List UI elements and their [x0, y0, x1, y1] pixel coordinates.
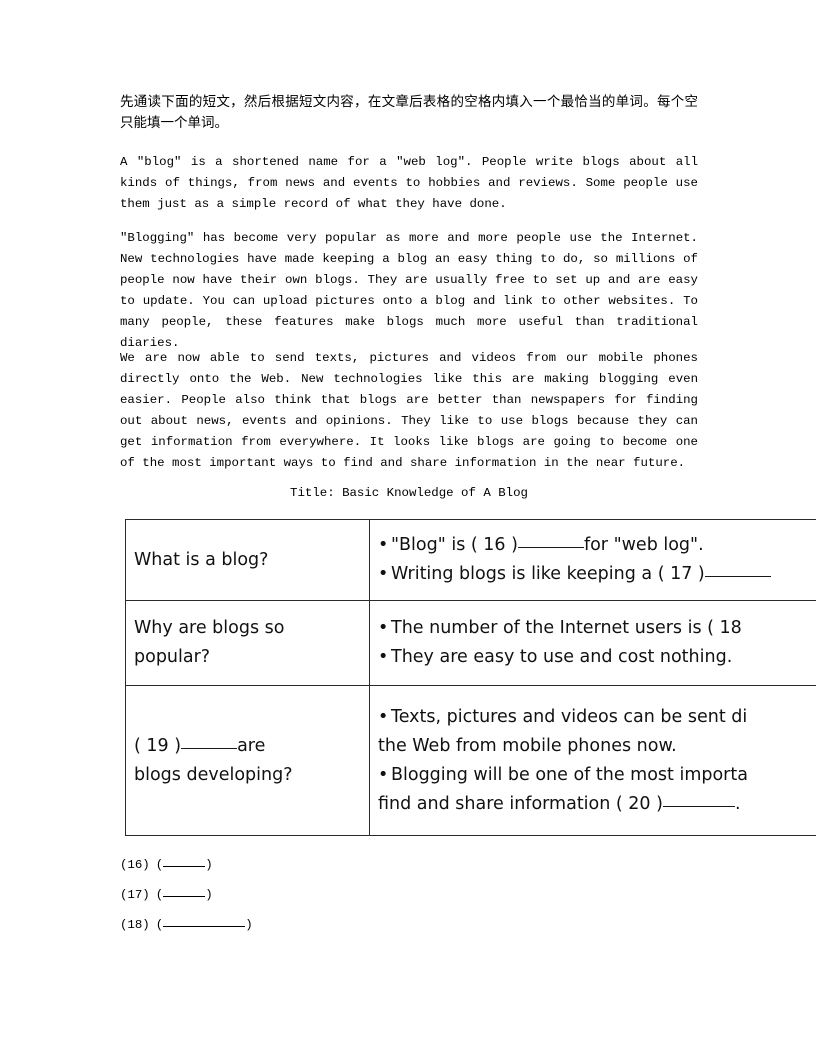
question-text-mid: are [237, 735, 266, 756]
answer-text-pre: the Web from mobile phones now. [378, 735, 677, 756]
question-text: Why are blogs so popular? [134, 618, 285, 667]
answer-paren-close: ) [205, 858, 213, 872]
answer-bullet-line: • Blogging will be one of the most import… [378, 761, 816, 790]
answer-number-16: (16) [120, 858, 150, 872]
answer-text-pre: They are easy to use and cost nothing. [391, 647, 733, 667]
answer-bullet-line: • They are easy to use and cost nothing. [378, 643, 816, 672]
answer-input-17[interactable] [163, 896, 206, 897]
bullet-dot-icon: • [378, 706, 389, 727]
passage-paragraph-2: "Blogging" has become very popular as mo… [120, 231, 698, 350]
table-cell-question: ( 19 ) are blogs developing? [125, 685, 370, 836]
answer-text-post: . [734, 793, 741, 814]
table-row: ( 19 ) are blogs developing? • Texts, pict… [125, 685, 816, 836]
fill-in-blank-19[interactable] [181, 747, 238, 749]
bullet-dot-icon: • [378, 764, 389, 785]
answer-paren-close: ) [245, 918, 253, 932]
table-row: Why are blogs so popular? • The number of… [125, 600, 816, 686]
answer-blank-row-17: (17) () [120, 880, 253, 910]
bullet-dot-icon: • [378, 564, 389, 584]
fill-in-blank-20[interactable] [662, 805, 735, 807]
answer-paren-close: ) [205, 888, 213, 902]
document-page: 先通读下面的短文，然后根据短文内容，在文章后表格的空格内填入一个最恰当的单词。每… [0, 0, 816, 1056]
answer-text-pre: "Blog" is ( 16 ) [391, 535, 518, 555]
answer-text-pre: Texts, pictures and videos can be sent d… [391, 706, 748, 727]
bullet-dot-icon: • [378, 618, 389, 638]
bullet-dot-icon: • [378, 535, 389, 555]
answer-text-pre: find and share information ( 20 ) [378, 793, 663, 814]
answer-paren-open: ( [155, 918, 164, 932]
answer-bullet-line: • Texts, pictures and videos can be sent … [378, 703, 816, 732]
table-title: Title: Basic Knowledge of A Blog [290, 486, 528, 500]
answer-number-18: (18) [120, 918, 150, 932]
answer-paren-open: ( [155, 888, 164, 902]
answer-paren-open: ( [155, 858, 164, 872]
answer-number-17: (17) [120, 888, 150, 902]
answer-blank-row-16: (16) () [120, 850, 253, 880]
passage-paragraph-1: A "blog" is a shortened name for a "web … [120, 155, 698, 211]
answer-blank-list: (16) () (17) () (18) () [120, 850, 253, 940]
passage-paragraph-3: We are now able to send texts, pictures … [120, 351, 698, 470]
fill-in-blank-16[interactable] [517, 547, 584, 548]
question-number: ( 19 ) [134, 735, 182, 756]
answer-bullet-line: • The number of the Internet users is ( 1… [378, 614, 816, 643]
answer-text-pre: Blogging will be one of the most importa [391, 764, 748, 785]
answer-text-pre: The number of the Internet users is ( 18 [391, 618, 742, 638]
table-row: What is a blog? • "Blog" is ( 16 ) for "we… [125, 519, 816, 601]
answer-input-18[interactable] [163, 926, 246, 927]
question-text: What is a blog? [134, 549, 269, 570]
answer-text-pre: Writing blogs is like keeping a ( 17 ) [391, 564, 705, 584]
table-cell-answers: • "Blog" is ( 16 ) for "web log". • Writing… [369, 519, 816, 601]
table-cell-answers: • The number of the Internet users is ( 1… [369, 600, 816, 686]
worksheet-table-wrapper: What is a blog? • "Blog" is ( 16 ) for "we… [125, 519, 816, 836]
answer-input-16[interactable] [163, 866, 206, 867]
answer-text-post: for "web log". [583, 535, 704, 555]
answer-continuation-line: find and share information ( 20 ). [378, 790, 816, 819]
table-cell-answers: • Texts, pictures and videos can be sent … [369, 685, 816, 836]
answer-continuation-line: the Web from mobile phones now. [378, 732, 816, 761]
answer-blank-row-18: (18) () [120, 910, 253, 940]
answer-bullet-line: • Writing blogs is like keeping a ( 17 ) [378, 560, 816, 589]
fill-in-blank-17[interactable] [704, 576, 771, 577]
table-cell-question: Why are blogs so popular? [125, 600, 370, 686]
answer-bullet-line: • "Blog" is ( 16 ) for "web log". [378, 531, 816, 560]
instruction-text: 先通读下面的短文，然后根据短文内容，在文章后表格的空格内填入一个最恰当的单词。每… [120, 94, 698, 131]
table-cell-question: What is a blog? [125, 519, 370, 601]
question-line-2: blogs developing? [134, 761, 361, 790]
bullet-dot-icon: • [378, 647, 389, 667]
question-text-tail: blogs developing? [134, 764, 293, 785]
question-line-1: ( 19 ) are [134, 732, 361, 761]
worksheet-table: What is a blog? • "Blog" is ( 16 ) for "we… [125, 519, 816, 836]
